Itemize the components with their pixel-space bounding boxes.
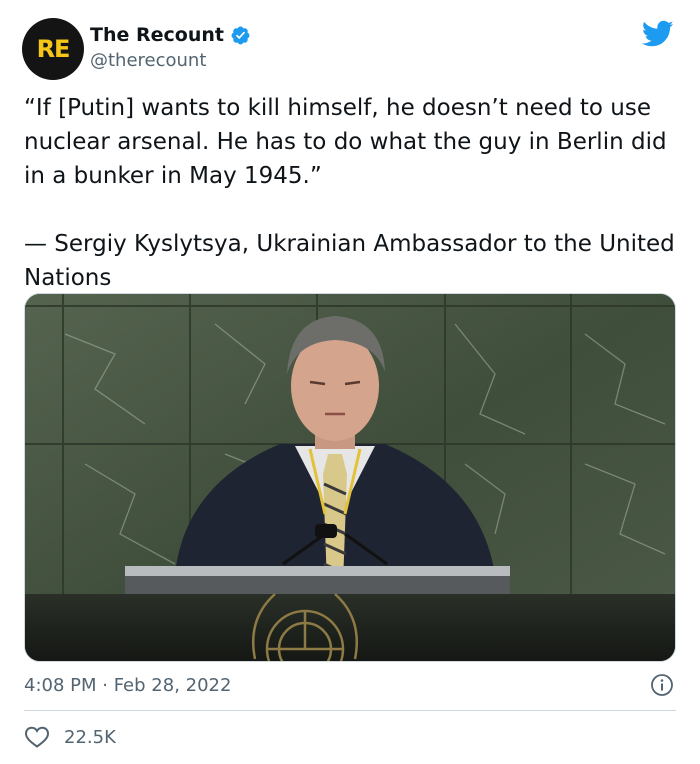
like-count: 22.5K: [64, 726, 116, 748]
tweet-card: RE The Recount @therecount “If [Putin] w…: [0, 0, 700, 764]
tweet-media-photo[interactable]: [24, 293, 676, 662]
verified-badge-icon: [231, 26, 250, 44]
info-icon[interactable]: [650, 673, 674, 697]
avatar-logo-text: RE: [36, 35, 71, 63]
twitter-bird-icon[interactable]: [642, 20, 674, 48]
like-action[interactable]: 22.5K: [24, 725, 116, 749]
speaker-at-podium-photo: [25, 294, 675, 661]
heart-icon[interactable]: [24, 725, 50, 749]
author-name-row: The Recount: [90, 24, 251, 46]
divider: [24, 710, 676, 711]
tweet-timestamp[interactable]: 4:08 PM · Feb 28, 2022: [24, 675, 231, 696]
author-block: The Recount @therecount: [90, 24, 251, 71]
author-display-name[interactable]: The Recount: [90, 24, 224, 46]
avatar[interactable]: RE: [22, 18, 84, 80]
author-handle[interactable]: @therecount: [90, 50, 251, 71]
tweet-text: “If [Putin] wants to kill himself, he do…: [24, 95, 675, 291]
